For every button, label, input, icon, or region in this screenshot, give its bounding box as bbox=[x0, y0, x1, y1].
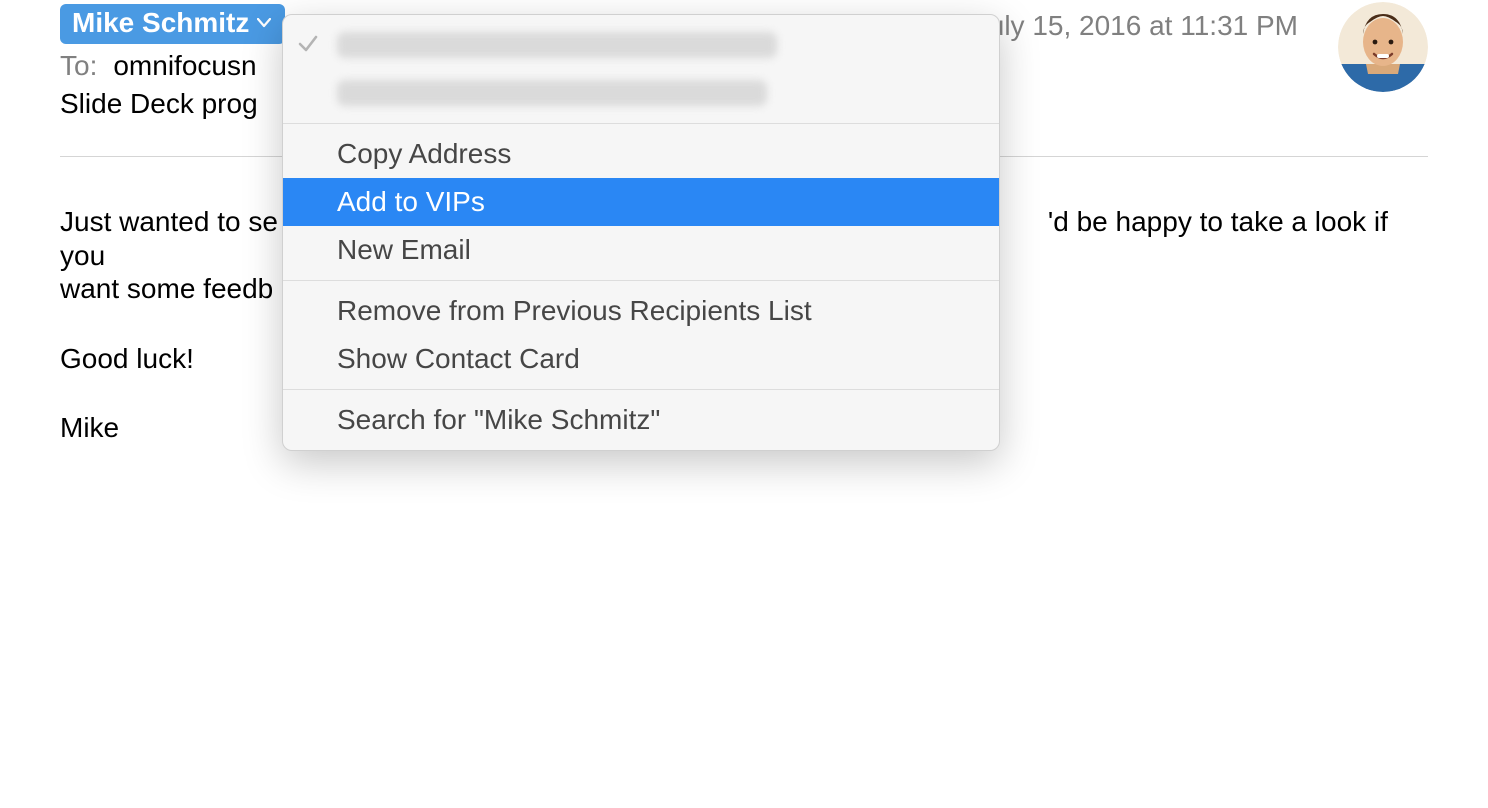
message-datetime: July 15, 2016 at 11:31 PM bbox=[975, 10, 1298, 42]
menu-item-email-address-2[interactable] bbox=[283, 69, 999, 117]
to-label: To: bbox=[60, 50, 97, 81]
menu-item-email-address-1[interactable] bbox=[283, 21, 999, 69]
menu-item-label: Add to VIPs bbox=[337, 186, 485, 218]
sender-context-menu: Copy Address Add to VIPs New Email Remov… bbox=[282, 14, 1000, 451]
sender-dropdown[interactable]: Mike Schmitz bbox=[60, 4, 285, 44]
menu-item-new-email[interactable]: New Email bbox=[283, 226, 999, 274]
checkmark-icon bbox=[297, 29, 319, 61]
menu-item-show-contact-card[interactable]: Show Contact Card bbox=[283, 335, 999, 383]
avatar bbox=[1338, 2, 1428, 92]
menu-item-label: New Email bbox=[337, 234, 471, 266]
sender-name: Mike Schmitz bbox=[72, 7, 249, 39]
menu-item-add-to-vips[interactable]: Add to VIPs bbox=[283, 178, 999, 226]
menu-item-copy-address[interactable]: Copy Address bbox=[283, 130, 999, 178]
body-text: Just wanted to se bbox=[60, 206, 278, 237]
chevron-down-icon bbox=[257, 18, 271, 28]
redacted-email bbox=[337, 80, 767, 106]
menu-item-label: Search for "Mike Schmitz" bbox=[337, 404, 660, 436]
subject-text: Slide Deck prog bbox=[60, 88, 258, 119]
to-value: omnifocusn bbox=[113, 50, 256, 81]
redacted-email bbox=[337, 32, 777, 58]
menu-item-search[interactable]: Search for "Mike Schmitz" bbox=[283, 396, 999, 444]
menu-item-remove-previous-recipients[interactable]: Remove from Previous Recipients List bbox=[283, 287, 999, 335]
menu-item-label: Copy Address bbox=[337, 138, 511, 170]
menu-item-label: Remove from Previous Recipients List bbox=[337, 295, 812, 327]
menu-item-label: Show Contact Card bbox=[337, 343, 580, 375]
body-text: want some feedb bbox=[60, 273, 273, 304]
